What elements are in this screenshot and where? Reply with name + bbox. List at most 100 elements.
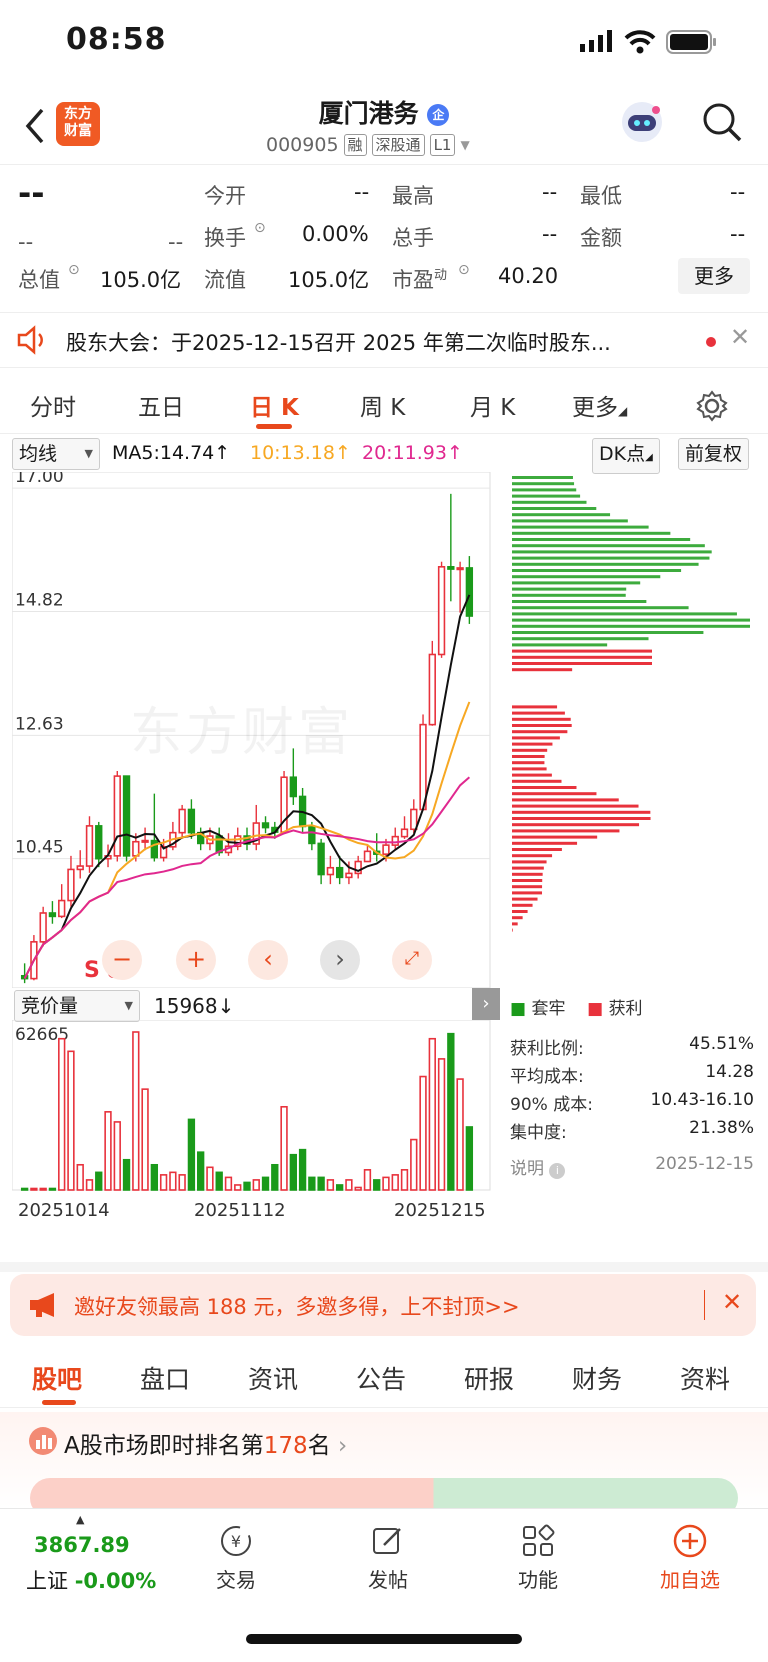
- ma5-line: [23, 594, 471, 980]
- chart-period-tabs: 分时 五日 日 K 周 K 月 K 更多◢: [0, 378, 768, 434]
- chip-bar: [512, 500, 587, 504]
- volume-bar: [400, 1169, 409, 1191]
- dock-add-watchlist[interactable]: 加自选: [630, 1523, 750, 1593]
- scroll-right-button[interactable]: ›: [320, 940, 360, 980]
- scroll-left-button[interactable]: ‹: [248, 940, 288, 980]
- yen-cycle-icon: ¥: [221, 1526, 251, 1556]
- chip-bar: [512, 823, 640, 827]
- active-tab-indicator: [256, 424, 292, 429]
- info-icon[interactable]: ⊙: [458, 262, 470, 278]
- indicator-selector[interactable]: 均线 ▼: [12, 438, 100, 470]
- dock-post[interactable]: 发帖: [328, 1523, 448, 1593]
- chip-bar: [512, 860, 547, 864]
- caret-down-icon[interactable]: ▼: [460, 138, 469, 152]
- volume-bar: [243, 1181, 251, 1191]
- description-row[interactable]: 说明 i 2025-12-15: [510, 1154, 754, 1179]
- tab-research[interactable]: 研报: [464, 1360, 514, 1396]
- index-value[interactable]: 3867.89: [34, 1533, 130, 1557]
- index-change[interactable]: 上证 -0.00%: [26, 1565, 156, 1595]
- volume-bar: [95, 1171, 103, 1191]
- volume-chart[interactable]: 6266520251014 20251112 20251215: [12, 1020, 496, 1220]
- tab-profile[interactable]: 资料: [680, 1360, 730, 1396]
- market-rank-card[interactable]: A股市场即时排名第178名 ›: [0, 1412, 768, 1518]
- chip-bar: [512, 575, 661, 579]
- chip-bar: [512, 779, 562, 783]
- robot-assistant-icon[interactable]: [618, 98, 666, 146]
- chip-bar: [512, 649, 652, 653]
- info-icon[interactable]: ⊙: [68, 262, 80, 278]
- volume-bar: [132, 1031, 140, 1191]
- volume-bar: [289, 1153, 297, 1191]
- amount-label: 金额: [580, 226, 622, 250]
- gear-icon[interactable]: [696, 390, 728, 422]
- open-label: 今开: [204, 184, 246, 208]
- volume-bar: [326, 1179, 335, 1191]
- dock-functions[interactable]: 功能: [478, 1523, 598, 1593]
- chip-bar: [512, 761, 545, 765]
- volume-bar: [373, 1179, 381, 1191]
- chip-bar: [512, 668, 573, 672]
- close-icon[interactable]: ✕: [722, 1288, 742, 1316]
- chip-bar: [512, 631, 704, 634]
- unread-dot: [706, 337, 716, 347]
- chip-bar: [512, 736, 560, 740]
- info-icon[interactable]: ⊙: [254, 220, 266, 236]
- invite-promo-banner[interactable]: 邀好友领最高 188 元，多邀多得，上不封顶>> ✕: [10, 1274, 756, 1336]
- chip-bar: [512, 587, 627, 591]
- float-cap-label: 流值: [204, 268, 246, 292]
- volume-bar: [76, 1163, 84, 1191]
- tab-finance[interactable]: 财务: [572, 1360, 622, 1396]
- volume-bar: [159, 1174, 168, 1191]
- volume-bar: [391, 1174, 399, 1191]
- enterprise-badge: 企: [427, 104, 450, 126]
- volume-bar: [437, 1058, 446, 1191]
- candle-body: [456, 567, 464, 571]
- chip-bar: [512, 742, 553, 746]
- volume-bar: [48, 1187, 57, 1191]
- tab-more[interactable]: 更多◢: [572, 388, 627, 422]
- candle-body: [335, 866, 344, 879]
- volume-bar: [206, 1166, 214, 1191]
- chip-bar: [512, 817, 651, 820]
- tab-handicap[interactable]: 盘口: [140, 1360, 190, 1396]
- volume-indicator-selector[interactable]: 竞价量 ▼: [14, 990, 140, 1022]
- tab-announcements[interactable]: 公告: [356, 1360, 406, 1396]
- pe-label: 市盈动: [392, 268, 448, 292]
- tab-intraday[interactable]: 分时: [30, 388, 76, 422]
- close-icon[interactable]: ✕: [730, 323, 750, 351]
- tab-weekly-k[interactable]: 周 K: [360, 388, 405, 422]
- zoom-out-button[interactable]: −: [102, 940, 142, 980]
- notice-bar[interactable]: 股东大会：于2025-12-15召开 2025 年第二次临时股东... ✕: [0, 312, 768, 368]
- volume-bar: [419, 1075, 427, 1191]
- volume-bar: [410, 1138, 418, 1191]
- y-tick-label: 12.63: [15, 714, 64, 734]
- zoom-in-button[interactable]: +: [176, 940, 216, 980]
- volume-bar: [187, 1118, 196, 1191]
- tab-monthly-k[interactable]: 月 K: [470, 388, 515, 422]
- adjust-selector[interactable]: 前复权: [678, 438, 750, 470]
- candle-body: [391, 835, 399, 846]
- volume-bar: [113, 1121, 121, 1191]
- chip-bar: [512, 748, 548, 752]
- dock-trade[interactable]: ¥ 交易: [176, 1523, 296, 1593]
- search-icon[interactable]: [700, 100, 744, 144]
- tab-daily-k[interactable]: 日 K: [250, 388, 299, 422]
- more-quote-button[interactable]: 更多: [678, 258, 750, 294]
- volume-last: 15968↓: [154, 994, 235, 1018]
- tab-five-day[interactable]: 五日: [138, 388, 184, 422]
- fullscreen-button[interactable]: ⤢: [392, 940, 432, 980]
- price-change-pct: --: [168, 230, 184, 254]
- dk-point-selector[interactable]: DK点◢: [592, 438, 660, 474]
- expand-panel-button[interactable]: ›: [472, 988, 500, 1020]
- margin-tag: 融: [343, 134, 367, 156]
- chip-bar: [512, 717, 571, 721]
- volume-bar: [58, 1037, 66, 1191]
- tab-news[interactable]: 资讯: [248, 1360, 298, 1396]
- candle-body: [122, 775, 131, 857]
- volume-bar: [178, 1174, 186, 1191]
- tab-forum[interactable]: 股吧: [32, 1360, 82, 1396]
- candle-body: [58, 899, 66, 918]
- candle-body: [67, 868, 75, 902]
- y-tick-label: 14.82: [15, 590, 64, 610]
- chip-bar: [512, 798, 619, 802]
